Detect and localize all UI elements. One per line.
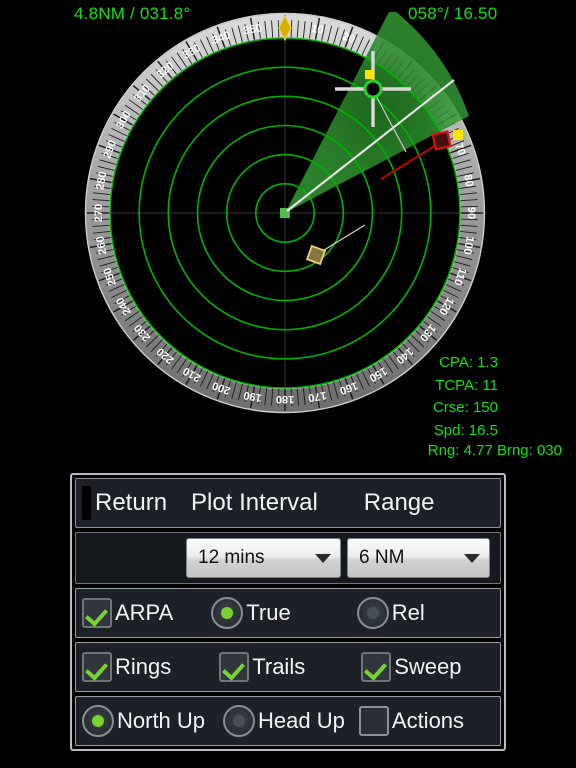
- actions-checkbox[interactable]: Actions: [358, 706, 465, 736]
- range-dropdown[interactable]: 6 NM: [347, 538, 490, 578]
- radio-icon: [223, 705, 256, 737]
- rings-label: Rings: [115, 654, 172, 679]
- north-up-label: North Up: [117, 708, 206, 733]
- range-value: 6 NM: [359, 547, 405, 568]
- radio-icon: [211, 597, 244, 629]
- plot-interval-label: Plot Interval: [191, 489, 318, 516]
- selector-row: 12 mins 6 NM: [75, 532, 501, 584]
- cpa-value: CPA: 1.3: [439, 354, 498, 371]
- actions-label: Actions: [391, 708, 465, 733]
- speed-value: Spd: 16.5: [433, 421, 498, 439]
- checkbox-icon: [82, 652, 112, 682]
- svg-text:180: 180: [276, 393, 294, 405]
- trails-checkbox[interactable]: Trails: [219, 652, 305, 682]
- checkbox-icon: [361, 652, 392, 682]
- svg-text:10: 10: [310, 23, 324, 37]
- options-row-1: ARPA True Rel: [75, 588, 501, 638]
- target-flag-1: [453, 130, 463, 140]
- tcpa-value: TCPA: 11: [435, 376, 498, 394]
- head-up-label: Head Up: [258, 708, 345, 733]
- return-button[interactable]: Return: [95, 489, 167, 517]
- range-label: Range: [363, 489, 435, 516]
- relative-vector-radio[interactable]: Rel: [356, 597, 425, 629]
- true-label: True: [246, 600, 291, 625]
- radio-icon: [356, 597, 389, 629]
- true-vector-radio[interactable]: True: [211, 597, 291, 629]
- panel-header-row: Return Plot Interval Range: [75, 478, 501, 528]
- acquired-target: [363, 79, 383, 99]
- course-value: Crse: 150: [432, 399, 498, 416]
- alarm-target: [431, 130, 452, 151]
- target-data-panel: CPA: 1.3 TCPA: 11 Crse: 150 Spd: 16.5: [433, 352, 498, 442]
- arpa-checkbox[interactable]: ARPA: [82, 598, 173, 628]
- sweep-checkbox[interactable]: Sweep: [361, 652, 462, 682]
- checkbox-icon: [358, 706, 389, 736]
- svg-text:90: 90: [465, 207, 477, 219]
- north-up-radio[interactable]: North Up: [82, 705, 205, 737]
- svg-text:80: 80: [461, 174, 475, 188]
- plot-interval-value: 12 mins: [198, 547, 265, 568]
- plot-interval-dropdown[interactable]: 12 mins: [186, 538, 341, 578]
- checkbox-icon: [219, 652, 250, 682]
- options-row-2: Rings Trails Sweep: [75, 642, 501, 692]
- chevron-down-icon: [464, 553, 480, 563]
- sweep-label: Sweep: [394, 654, 462, 679]
- range-bearing-value: Rng: 4.77 Brng: 030: [427, 442, 562, 459]
- head-up-radio[interactable]: Head Up: [223, 705, 345, 737]
- radio-icon: [82, 705, 114, 737]
- control-panel: Return Plot Interval Range 12 mins 6 NM …: [70, 473, 506, 751]
- trails-label: Trails: [252, 654, 306, 679]
- radar-app: 4.8NM / 031.8° 058°/ 16.50 10 20 70 80 9…: [0, 0, 576, 768]
- rings-checkbox[interactable]: Rings: [82, 652, 171, 682]
- target-flag-2: [365, 70, 374, 79]
- svg-text:270: 270: [93, 204, 105, 222]
- rel-label: Rel: [391, 600, 425, 625]
- options-row-3: North Up Head Up Actions: [75, 696, 501, 746]
- return-indicator-bar: [82, 486, 91, 520]
- checkbox-icon: [82, 598, 112, 628]
- chevron-down-icon: [315, 553, 331, 563]
- arpa-label: ARPA: [115, 600, 174, 625]
